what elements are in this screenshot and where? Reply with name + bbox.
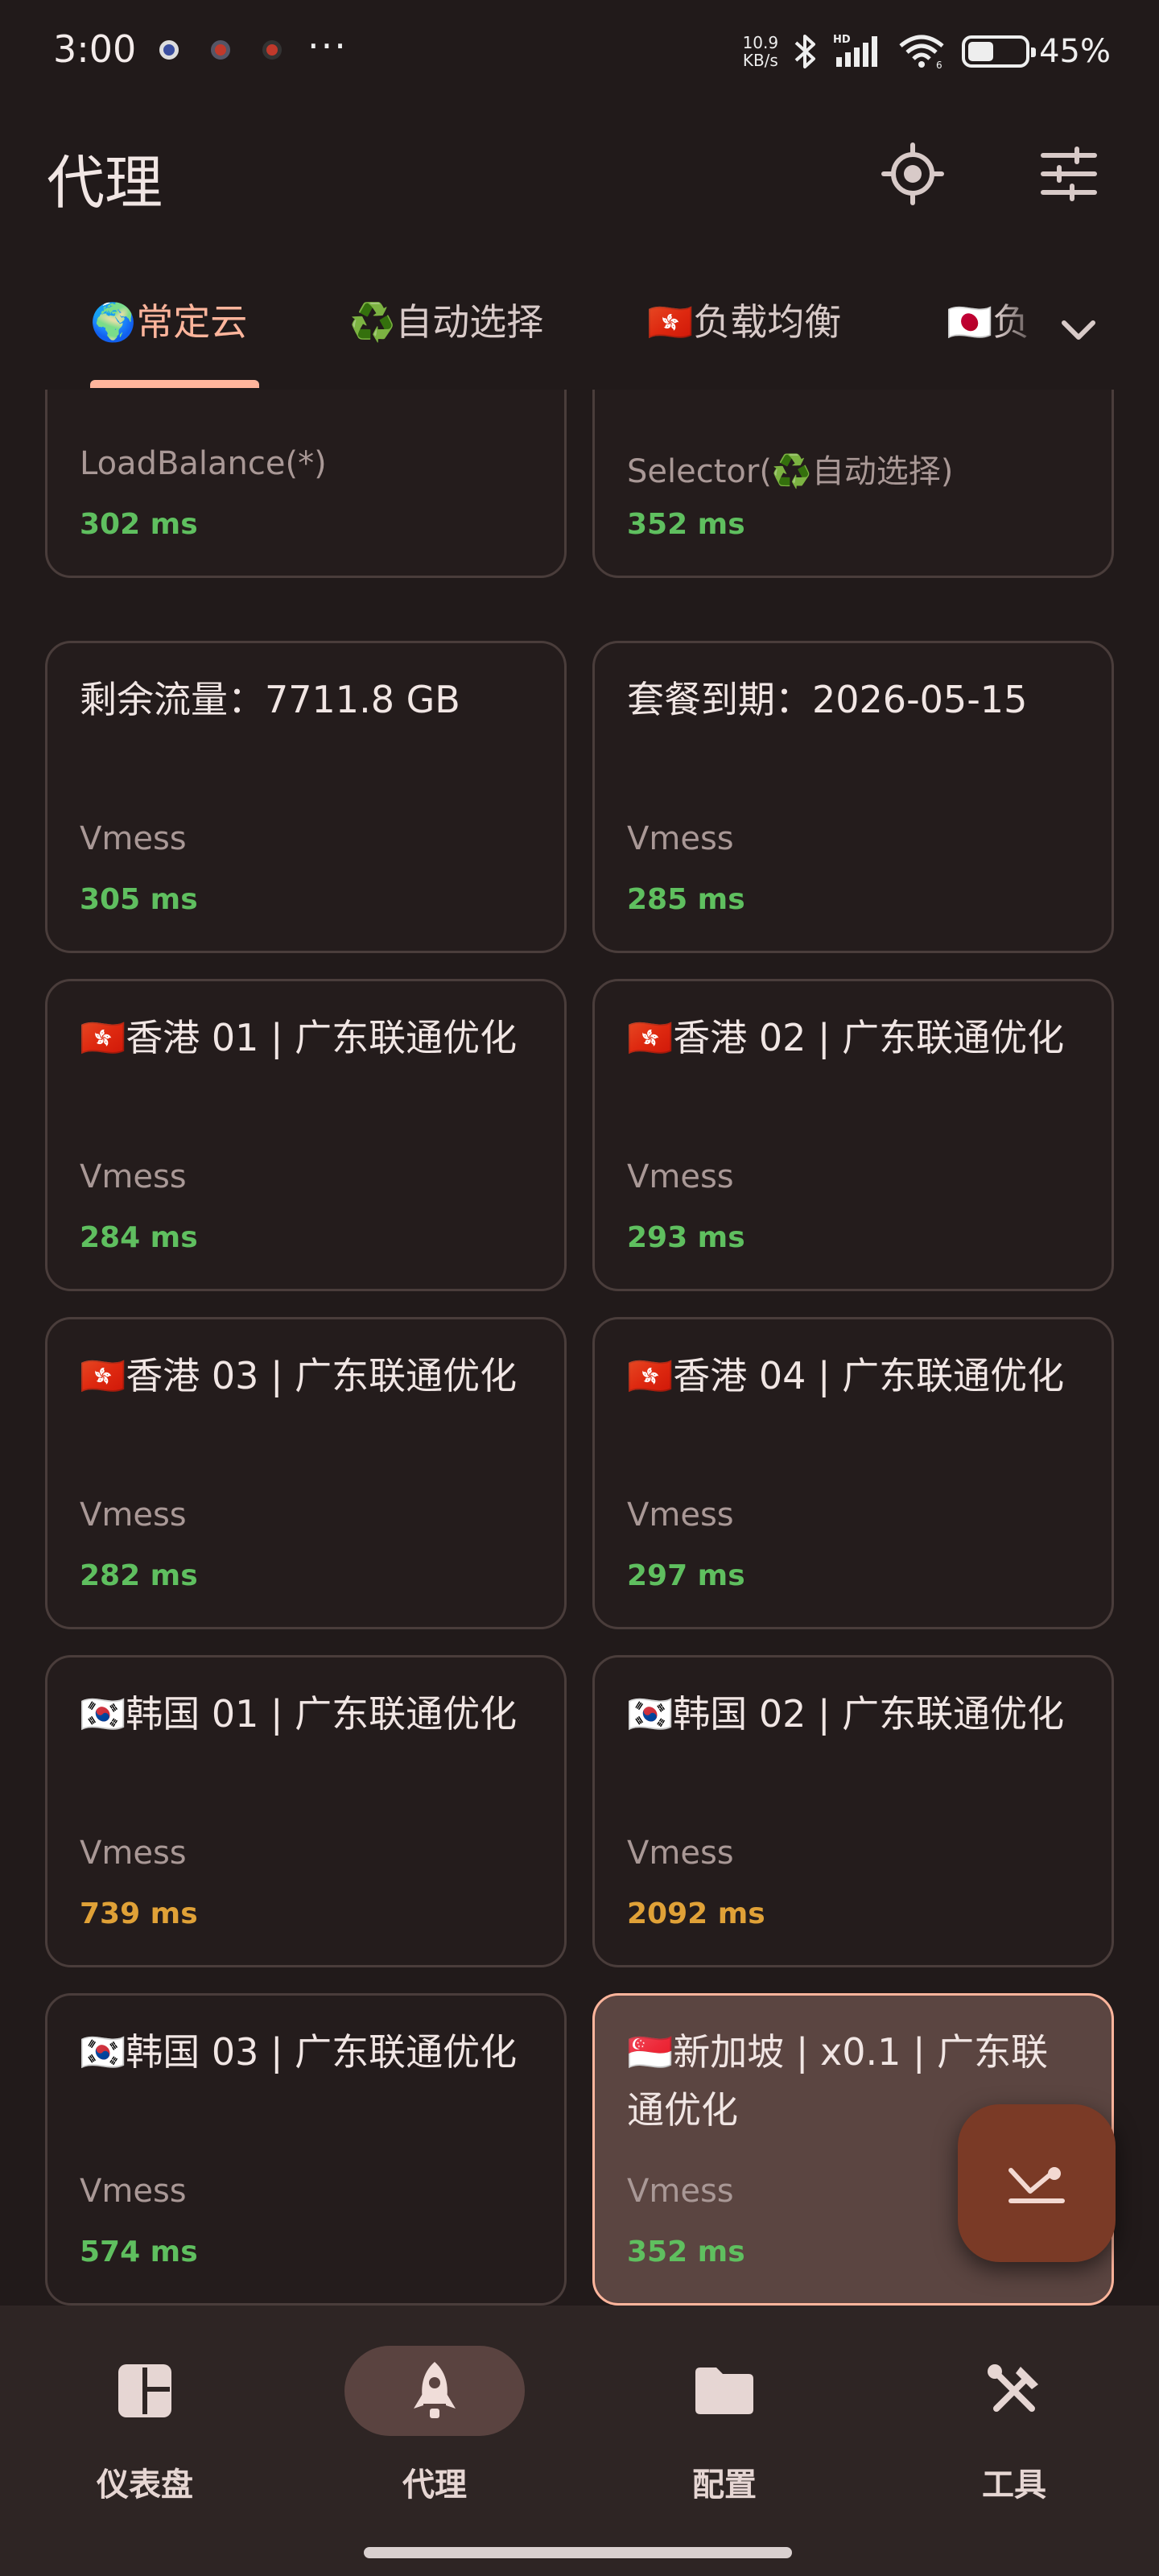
proxy-list: LoadBalance(*) 302 ms Selector(♻️自动选择) 3… — [0, 390, 1159, 2306]
proxy-delay: 285 ms — [627, 883, 745, 916]
proxy-delay: 284 ms — [80, 1221, 198, 1254]
proxy-card[interactable]: 剩余流量：7711.8 GB Vmess 305 ms — [45, 641, 567, 953]
battery-fill — [968, 42, 994, 61]
proxy-type: Selector(♻️自动选择) — [627, 453, 954, 490]
nav-tools[interactable]: 工具 — [909, 2346, 1119, 2507]
proxy-name: 剩余流量：7711.8 GB — [80, 678, 460, 721]
proxy-group-tabs: 🌍常定云 ♻️自动选择 🇭🇰负载均衡 🇯🇵负 — [0, 274, 1159, 388]
nav-label: 代理 — [402, 2467, 467, 2504]
proxy-delay: 352 ms — [627, 508, 745, 541]
folder-icon — [695, 2368, 753, 2414]
svg-text:6: 6 — [936, 60, 942, 70]
proxy-name: 套餐到期：2026-05-15 — [627, 678, 1028, 721]
nav-label: 工具 — [982, 2467, 1046, 2504]
proxy-card[interactable]: 🇭🇰香港 01 | 广东联通优化 Vmess 284 ms — [45, 979, 567, 1291]
proxy-delay: 574 ms — [80, 2235, 198, 2268]
proxy-delay: 2092 ms — [627, 1897, 765, 1930]
proxy-type: Vmess — [627, 820, 734, 857]
network-speed-value: 10.9 — [742, 33, 779, 52]
proxy-type: Vmess — [80, 2173, 187, 2210]
bluetooth-icon — [794, 35, 816, 68]
more-notifications-indicator: ··· — [307, 24, 348, 68]
nav-dashboard[interactable]: 仪表盘 — [40, 2346, 250, 2507]
home-indicator[interactable] — [364, 2547, 792, 2558]
signal-icon: HD — [833, 34, 878, 67]
proxy-card[interactable]: 🇭🇰香港 02 | 广东联通优化 Vmess 293 ms — [592, 979, 1114, 1291]
nav-config[interactable]: 配置 — [620, 2346, 829, 2507]
proxy-type: Vmess — [80, 1496, 187, 1534]
proxy-name: 🇭🇰香港 04 | 广东联通优化 — [627, 1354, 1065, 1397]
proxy-delay: 305 ms — [80, 883, 198, 916]
nav-proxy[interactable]: 代理 — [330, 2346, 539, 2507]
proxy-type: LoadBalance(*) — [80, 445, 327, 482]
proxy-delay: 297 ms — [627, 1559, 745, 1592]
notification-icon — [211, 40, 230, 60]
proxy-name: 🇰🇷韩国 03 | 广东联通优化 — [80, 2030, 518, 2074]
proxy-card[interactable]: 🇭🇰香港 04 | 广东联通优化 Vmess 297 ms — [592, 1317, 1114, 1629]
notification-icon — [159, 40, 179, 60]
proxy-delay: 293 ms — [627, 1221, 745, 1254]
proxy-name: 🇭🇰香港 01 | 广东联通优化 — [80, 1016, 518, 1059]
proxy-type: Vmess — [627, 1158, 734, 1195]
network-speed-unit: KB/s — [742, 51, 778, 70]
proxy-card[interactable]: 🇰🇷韩国 03 | 广东联通优化 Vmess 574 ms — [45, 1993, 567, 2306]
bottom-navigation: 仪表盘 代理 配置 工具 — [0, 2306, 1159, 2576]
chevron-down-icon — [1062, 320, 1095, 340]
proxy-name: 🇭🇰香港 03 | 广东联通优化 — [80, 1354, 518, 1397]
proxy-delay: 739 ms — [80, 1897, 198, 1930]
proxy-type: Vmess — [80, 1835, 187, 1872]
proxy-card[interactable]: LoadBalance(*) 302 ms — [45, 390, 567, 578]
proxy-type: Vmess — [627, 2173, 734, 2210]
test-delay-button[interactable] — [958, 2104, 1116, 2262]
status-bar: 3:00 ··· 10.9 KB/s HD 6 45% — [0, 0, 1159, 105]
proxy-type: Vmess — [80, 820, 187, 857]
proxy-name: 🇰🇷韩国 02 | 广东联通优化 — [627, 1692, 1065, 1736]
tune-icon — [1041, 147, 1097, 201]
proxy-card[interactable]: 🇰🇷韩国 01 | 广东联通优化 Vmess 739 ms — [45, 1655, 567, 1967]
svg-text:HD: HD — [833, 34, 851, 46]
proxy-card[interactable]: 🇭🇰香港 03 | 广东联通优化 Vmess 282 ms — [45, 1317, 567, 1629]
locate-icon — [881, 142, 944, 205]
status-time: 3:00 — [53, 27, 137, 71]
proxy-card[interactable]: Selector(♻️自动选择) 352 ms — [592, 390, 1114, 578]
wifi-icon: 6 — [899, 35, 944, 70]
tab-changdingyun[interactable]: 🌍常定云 — [90, 290, 247, 354]
status-icons: 10.9 KB/s HD 6 45% — [743, 29, 1111, 74]
notification-icon — [262, 40, 282, 60]
proxy-name: 🇰🇷韩国 01 | 广东联通优化 — [80, 1692, 518, 1736]
rocket-icon — [414, 2362, 456, 2418]
proxy-card[interactable]: 🇰🇷韩国 02 | 广东联通优化 Vmess 2092 ms — [592, 1655, 1114, 1967]
battery-percent: 45% — [1039, 33, 1111, 70]
proxy-type: Vmess — [80, 1158, 187, 1195]
locate-button[interactable] — [876, 137, 950, 211]
network-speed: 10.9 KB/s — [743, 34, 779, 69]
test-delay-icon — [1008, 2167, 1065, 2203]
proxy-type: Vmess — [627, 1835, 734, 1872]
nav-label: 仪表盘 — [97, 2467, 193, 2504]
proxy-delay: 352 ms — [627, 2235, 745, 2268]
tab-auto-select[interactable]: ♻️自动选择 — [349, 290, 543, 354]
tab-load-balance[interactable]: 🇭🇰负载均衡 — [647, 290, 841, 354]
proxy-card[interactable]: 套餐到期：2026-05-15 Vmess 285 ms — [592, 641, 1114, 953]
proxy-type: Vmess — [627, 1496, 734, 1534]
battery-icon — [962, 35, 1037, 68]
tools-icon — [988, 2364, 1038, 2412]
page-title: 代理 — [47, 149, 163, 217]
proxy-delay: 282 ms — [80, 1559, 198, 1592]
proxy-name: 🇭🇰香港 02 | 广东联通优化 — [627, 1016, 1065, 1059]
filter-settings-button[interactable] — [1032, 137, 1106, 211]
active-tab-indicator — [90, 380, 259, 388]
proxy-delay: 302 ms — [80, 508, 198, 541]
expand-tabs-button[interactable] — [1046, 298, 1111, 362]
dashboard-icon — [118, 2364, 171, 2417]
nav-label: 配置 — [692, 2467, 757, 2504]
battery-indicator: 45% — [962, 33, 1111, 70]
proxy-screen: 3:00 ··· 10.9 KB/s HD 6 45% 代理 🌍常定云 ♻️自动… — [0, 0, 1159, 2576]
